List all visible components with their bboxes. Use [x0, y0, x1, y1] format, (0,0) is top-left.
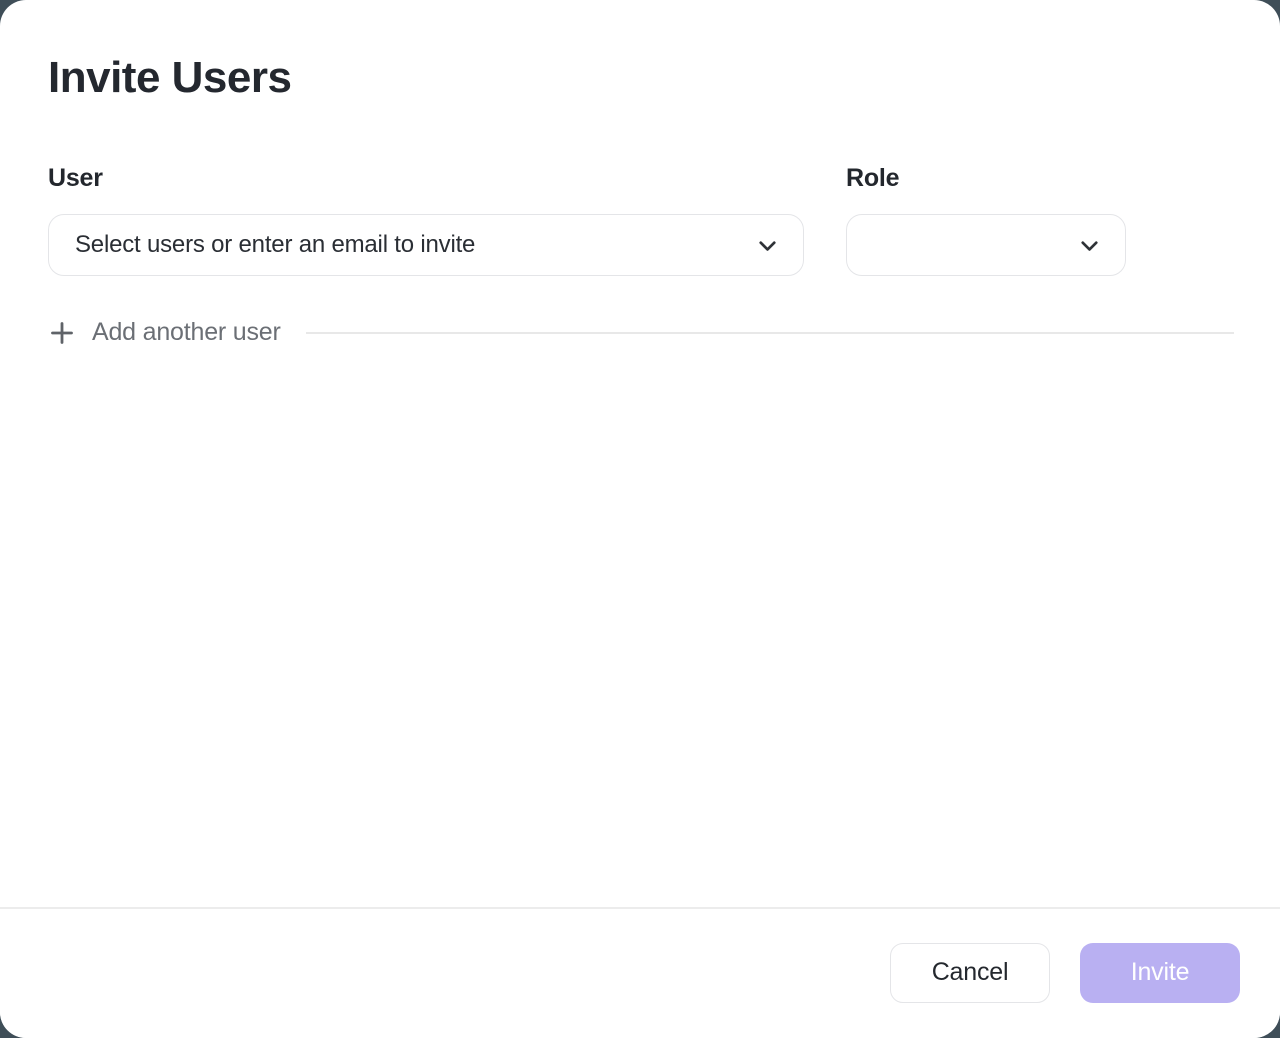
chevron-down-icon — [1076, 232, 1103, 259]
add-another-user-button[interactable]: Add another user — [48, 318, 281, 347]
plus-icon — [48, 319, 76, 347]
add-row-divider — [306, 332, 1234, 334]
add-another-user-row: Add another user — [48, 318, 1234, 347]
page-backdrop: { "modal": { "title": "Invite Users", "u… — [0, 0, 1280, 1038]
modal-footer: Cancel Invite — [0, 907, 1280, 1038]
chevron-down-icon — [754, 232, 781, 259]
cancel-button[interactable]: Cancel — [890, 943, 1050, 1003]
invite-row: User Select users or enter an email to i… — [48, 164, 1234, 276]
user-select[interactable]: Select users or enter an email to invite — [48, 214, 804, 276]
invite-button[interactable]: Invite — [1080, 943, 1240, 1003]
user-field-group: User Select users or enter an email to i… — [48, 164, 804, 276]
role-field-group: Role — [846, 164, 1126, 276]
footer-divider — [0, 907, 1280, 909]
role-select[interactable] — [846, 214, 1126, 276]
modal-title: Invite Users — [48, 54, 1234, 102]
invite-users-modal: Invite Users User Select users or enter … — [0, 0, 1280, 1038]
modal-body: Invite Users User Select users or enter … — [0, 0, 1280, 347]
role-field-label: Role — [846, 164, 1126, 193]
user-field-label: User — [48, 164, 804, 193]
user-select-placeholder: Select users or enter an email to invite — [75, 231, 754, 259]
add-another-user-label: Add another user — [92, 318, 281, 347]
